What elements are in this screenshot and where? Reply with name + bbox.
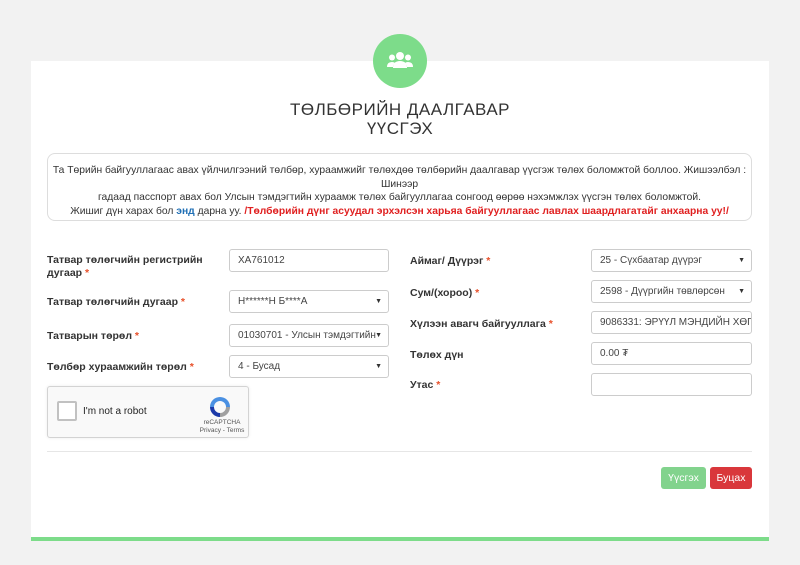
select-value: Н******Н Б****А [238,296,308,307]
tax-type-select[interactable]: 01030701 - Улсын тэмдэгтийн ▼ [229,324,389,347]
required-mark: * [475,287,480,299]
select-value: 4 - Бусад [238,361,281,372]
select-value: 2598 - Дүүргийн төвлөрсөн [600,286,725,297]
recaptcha-checkbox[interactable] [57,401,77,421]
chevron-down-icon: ▼ [738,288,745,295]
notice-text: Жишиг дүн харах бол [70,205,177,217]
register-number-input[interactable]: ХА761012 [229,249,389,272]
aimag-select[interactable]: 25 - Сүхбаатар дүүрэг ▼ [591,249,752,272]
fee-type-select[interactable]: 4 - Бусад ▼ [229,355,389,378]
select-value: 25 - Сүхбаатар дүүрэг [600,255,703,266]
recaptcha-label: I'm not a robot [83,406,147,417]
select-value: 01030701 - Улсын тэмдэгтийн [238,330,376,341]
chevron-down-icon: ▼ [375,332,382,339]
label-text: Татвар төлөгчийн дугаар [47,296,178,308]
cancel-button[interactable]: Буцах [710,467,752,489]
required-mark: * [85,267,90,279]
notice-line-3: Жишиг дүн харах бол энд дарна уу. /Төлбө… [48,205,751,219]
amount-input[interactable]: 0.00 ₮ [591,342,752,365]
fee-type-label: Төлбөр хураамжийн төрөл * [47,361,222,374]
users-icon [387,52,413,68]
label-text: Төлбөр хураамжийн төрөл [47,361,187,373]
chevron-down-icon: ▼ [738,257,745,264]
required-mark: * [180,296,186,308]
notice-text: дарна уу. [194,205,245,217]
sum-select[interactable]: 2598 - Дүүргийн төвлөрсөн ▼ [591,280,752,303]
users-badge [373,34,427,88]
page-title: ТӨЛБӨРИЙН ДААЛГАВАР [290,100,510,119]
required-mark: * [189,361,194,373]
label-text: Татварын төрөл [47,330,132,342]
label-text: Татвар төлөгчийн регистрийн дугаар [47,254,203,279]
required-mark: * [436,379,441,391]
label-text: Төлөх дүн [410,349,464,361]
recaptcha-brand: reCAPTCHA [203,419,241,426]
receiving-org-input[interactable]: 9086331: ЭРҮҮЛ МЭНДИЙН ХӨГЖЛ [591,311,752,334]
info-notice: Та Төрийн байгууллагаас авах үйлчилгээни… [47,153,752,221]
recaptcha-widget: I'm not a robot reCAPTCHA Privacy - Term… [47,386,249,438]
label-text: Аймаг/ Дүүрэг [410,255,484,267]
phone-input[interactable] [591,373,752,396]
aimag-label: Аймаг/ Дүүрэг * [410,255,580,268]
sample-amount-link[interactable]: энд [176,206,194,217]
chevron-down-icon: ▼ [375,298,382,305]
notice-line-1: Та Төрийн байгууллагаас авах үйлчилгээни… [52,165,747,190]
tax-type-label: Татварын төрөл * [47,330,222,343]
required-mark: * [134,330,139,342]
divider [47,451,752,452]
payer-number-select[interactable]: Н******Н Б****А ▼ [229,290,389,313]
required-mark: * [486,255,491,267]
label-text: Утас [410,379,434,391]
register-number-label: Татвар төлөгчийн регистрийн дугаар * [47,254,217,280]
notice-line-2: гадаад пасспорт авах бол Улсын тэмдэгтий… [98,192,701,203]
recaptcha-text: reCAPTCHA Privacy - Terms [196,419,248,435]
payer-number-label: Татвар төлөгчийн дугаар * [47,296,222,309]
page-subtitle: ҮҮСГЭХ [366,119,434,138]
chevron-down-icon: ▼ [375,363,382,370]
required-mark: * [548,318,553,330]
phone-label: Утас * [410,379,580,392]
sum-label: Сум/(хороо) * [410,287,580,300]
receiving-org-label: Хүлээн авагч байгууллага * [410,318,585,331]
notice-warning: /Төлбөрийн дүнг асуудал эрхэлсэн харьяа … [244,205,729,217]
label-text: Сум/(хороо) [410,287,473,299]
recaptcha-logo-icon [210,397,230,417]
create-button[interactable]: Үүсгэх [661,467,706,489]
recaptcha-links[interactable]: Privacy - Terms [196,427,248,435]
label-text: Хүлээн авагч байгууллага [410,318,546,330]
amount-label: Төлөх дүн [410,349,580,362]
